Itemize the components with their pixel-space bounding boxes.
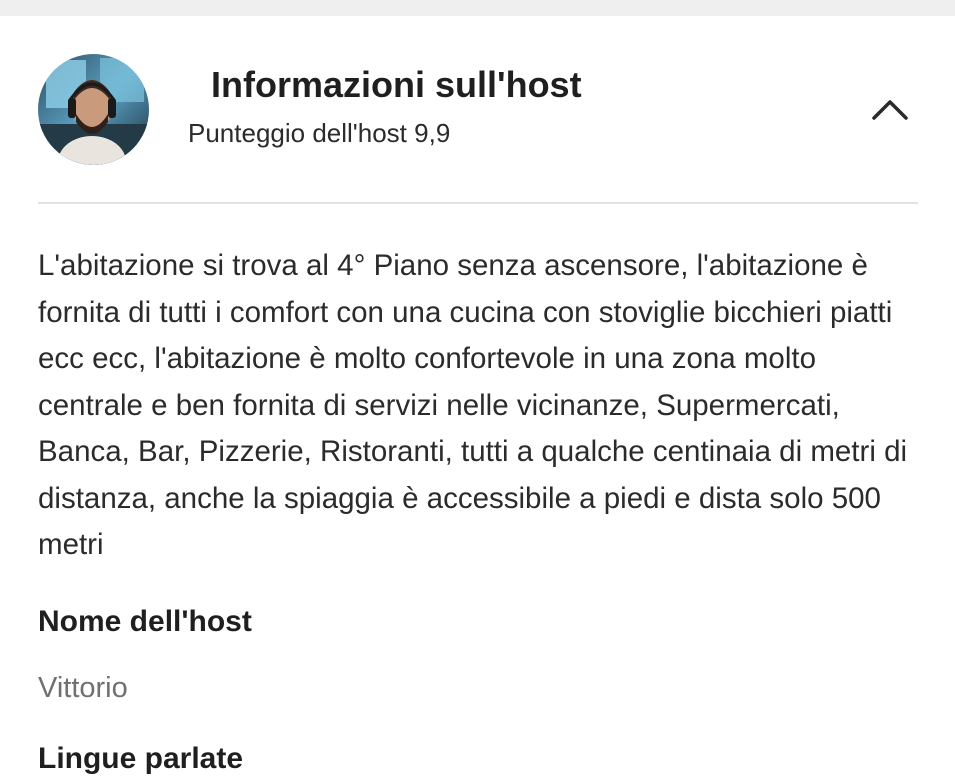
avatar-photo [38,54,149,165]
host-section-title: Informazioni sull'host [211,64,582,105]
host-name-value: Vittorio [38,672,128,704]
chevron-up-icon [872,100,908,120]
host-description: L'abitazione si trova al 4° Piano senza … [38,249,908,561]
host-score: Punteggio dell'host 9,9 [188,118,451,148]
host-avatar[interactable] [38,54,149,165]
collapse-button[interactable] [866,90,914,130]
languages-label: Lingue parlate [38,742,244,775]
top-status-strip [0,0,955,16]
section-divider [38,202,918,204]
host-name-label: Nome dell'host [38,605,252,638]
